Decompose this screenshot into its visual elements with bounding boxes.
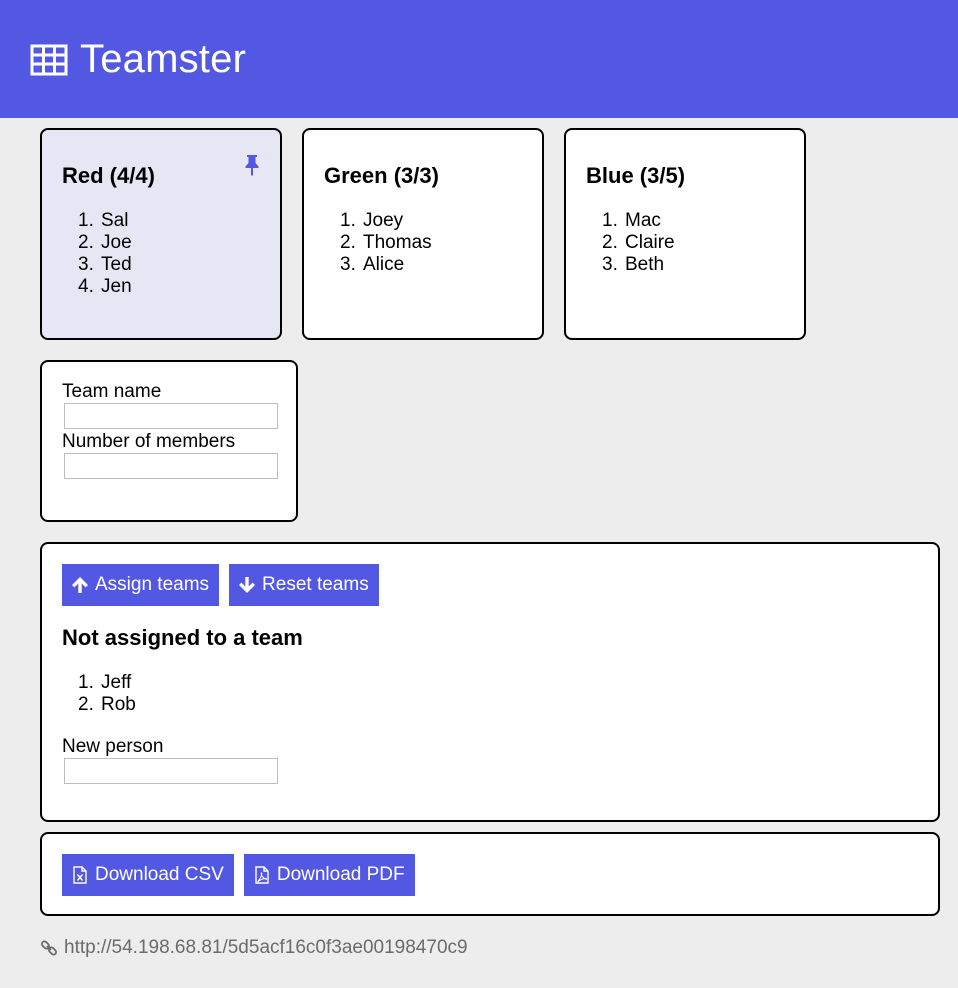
download-csv-label: Download CSV bbox=[95, 864, 224, 885]
unassigned-list: 1. Jeff 2. Rob bbox=[62, 672, 938, 716]
member-count-label: Number of members bbox=[62, 431, 236, 452]
pin-icon[interactable] bbox=[244, 154, 260, 176]
file-excel-icon bbox=[73, 866, 87, 884]
list-item[interactable]: 1. Sal bbox=[78, 210, 280, 232]
team-member-list: 1. Joey 2. Thomas 3. Alice bbox=[324, 210, 542, 276]
team-title: Green (3/3) bbox=[324, 163, 439, 188]
member-name: Beth bbox=[625, 254, 665, 275]
share-link[interactable]: http://54.198.68.81/5d5acf16c0f3ae001984… bbox=[40, 937, 468, 959]
new-person-input[interactable] bbox=[64, 758, 278, 784]
link-icon bbox=[41, 940, 57, 956]
new-person-label: New person bbox=[62, 736, 164, 757]
member-name: Joey bbox=[363, 210, 404, 231]
file-pdf-icon bbox=[255, 866, 269, 884]
reset-teams-button[interactable]: Reset teams bbox=[229, 564, 379, 606]
team-title: Blue (3/5) bbox=[586, 163, 686, 188]
team-card-red[interactable]: Red (4/4) 1. Sal 2. Joe 3. Ted 4. Jen bbox=[40, 128, 282, 340]
app-title: Teamster bbox=[80, 36, 247, 81]
list-item[interactable]: 3. Alice bbox=[340, 254, 542, 276]
member-name: Claire bbox=[625, 232, 675, 253]
member-name: Jen bbox=[101, 276, 132, 297]
download-csv-button[interactable]: Download CSV bbox=[62, 854, 234, 896]
reset-teams-label: Reset teams bbox=[262, 574, 369, 595]
new-team-form: Team name Number of members bbox=[40, 360, 298, 522]
team-name-input[interactable] bbox=[64, 403, 278, 429]
assignment-panel: Assign teams Reset teams Not assigned to… bbox=[40, 542, 940, 822]
arrow-down-icon bbox=[239, 577, 256, 593]
list-item[interactable]: 1. Mac bbox=[602, 210, 804, 232]
list-item[interactable]: 1. Joey bbox=[340, 210, 542, 232]
member-count-input[interactable] bbox=[64, 453, 278, 479]
member-name: Jeff bbox=[101, 672, 132, 693]
arrow-up-icon bbox=[72, 577, 88, 593]
member-name: Joe bbox=[101, 232, 132, 253]
list-item[interactable]: 2. Rob bbox=[78, 694, 938, 716]
team-name-label: Team name bbox=[62, 381, 162, 402]
list-item[interactable]: 1. Jeff bbox=[78, 672, 938, 694]
list-item[interactable]: 2. Claire bbox=[602, 232, 804, 254]
member-name: Alice bbox=[363, 254, 405, 275]
share-url: http://54.198.68.81/5d5acf16c0f3ae001984… bbox=[64, 937, 468, 958]
table-icon bbox=[30, 44, 68, 76]
team-member-list: 1. Mac 2. Claire 3. Beth bbox=[586, 210, 804, 276]
member-name: Ted bbox=[101, 254, 132, 275]
member-name: Sal bbox=[101, 210, 129, 231]
list-item[interactable]: 2. Joe bbox=[78, 232, 280, 254]
member-name: Thomas bbox=[363, 232, 432, 253]
list-item[interactable]: 3. Ted bbox=[78, 254, 280, 276]
team-card-blue[interactable]: Blue (3/5) 1. Mac 2. Claire 3. Beth bbox=[564, 128, 806, 340]
download-pdf-label: Download PDF bbox=[276, 864, 405, 885]
download-pdf-button[interactable]: Download PDF bbox=[243, 854, 415, 896]
list-item[interactable]: 2. Thomas bbox=[340, 232, 542, 254]
team-member-list: 1. Sal 2. Joe 3. Ted 4. Jen bbox=[62, 210, 280, 298]
download-panel: Download CSV Download PDF bbox=[40, 832, 940, 916]
unassigned-heading: Not assigned to a team bbox=[62, 625, 303, 650]
team-card-green[interactable]: Green (3/3) 1. Joey 2. Thomas 3. Alice bbox=[302, 128, 544, 340]
list-item[interactable]: 3. Beth bbox=[602, 254, 804, 276]
list-item[interactable]: 4. Jen bbox=[78, 276, 280, 298]
member-name: Rob bbox=[101, 694, 136, 715]
member-name: Mac bbox=[625, 210, 661, 231]
assign-teams-label: Assign teams bbox=[95, 574, 210, 595]
app-header: Teamster bbox=[0, 0, 958, 118]
assign-teams-button[interactable]: Assign teams bbox=[62, 564, 220, 606]
